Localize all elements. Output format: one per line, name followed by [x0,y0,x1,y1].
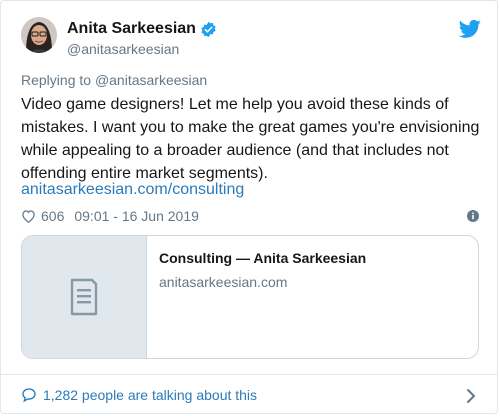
preview-text: Consulting — Anita Sarkeesian anitasarke… [147,236,378,358]
preview-title: Consulting — Anita Sarkeesian [159,250,367,266]
tweet-text: Video game designers! Let me help you av… [21,96,480,182]
preview-domain: anitasarkeesian.com [159,274,288,290]
like-count[interactable]: 606 [41,208,64,224]
author-name-row: Anita Sarkeesian [67,20,217,38]
tweet-timestamp[interactable]: 09:01 - 16 Jun 2019 [74,208,199,224]
chevron-right-icon[interactable] [465,388,477,404]
preview-image [22,236,147,358]
replying-to-prefix: Replying to [21,72,95,88]
talking-about-text[interactable]: 1,282 people are talking about this [43,387,257,403]
tweet-meta: 606 09:01 - 16 Jun 2019 [21,207,479,225]
author-handle[interactable]: @anitasarkeesian [67,41,179,57]
tweet-header: Anita Sarkeesian @anitasarkeesian [21,17,481,61]
tweet-footer[interactable]: 1,282 people are talking about this [1,374,497,415]
reply-mention-link[interactable]: @anitasarkeesian [95,72,207,88]
tweet-link[interactable]: anitasarkeesian.com/consulting [21,181,244,199]
verified-badge-icon [200,21,217,38]
document-icon [69,278,99,316]
info-icon[interactable] [467,209,479,222]
replying-to: Replying to @anitasarkeesian [21,72,207,88]
heart-icon[interactable] [21,209,36,224]
avatar[interactable] [21,17,57,53]
tweet-card: Anita Sarkeesian @anitasarkeesian Replyi… [0,0,498,414]
author-name[interactable]: Anita Sarkeesian [67,20,196,38]
comment-bubble-icon [21,387,37,403]
link-preview-card[interactable]: Consulting — Anita Sarkeesian anitasarke… [21,235,479,359]
talking-about-link[interactable]: 1,282 people are talking about this [21,387,257,403]
twitter-bird-icon[interactable] [458,19,481,39]
